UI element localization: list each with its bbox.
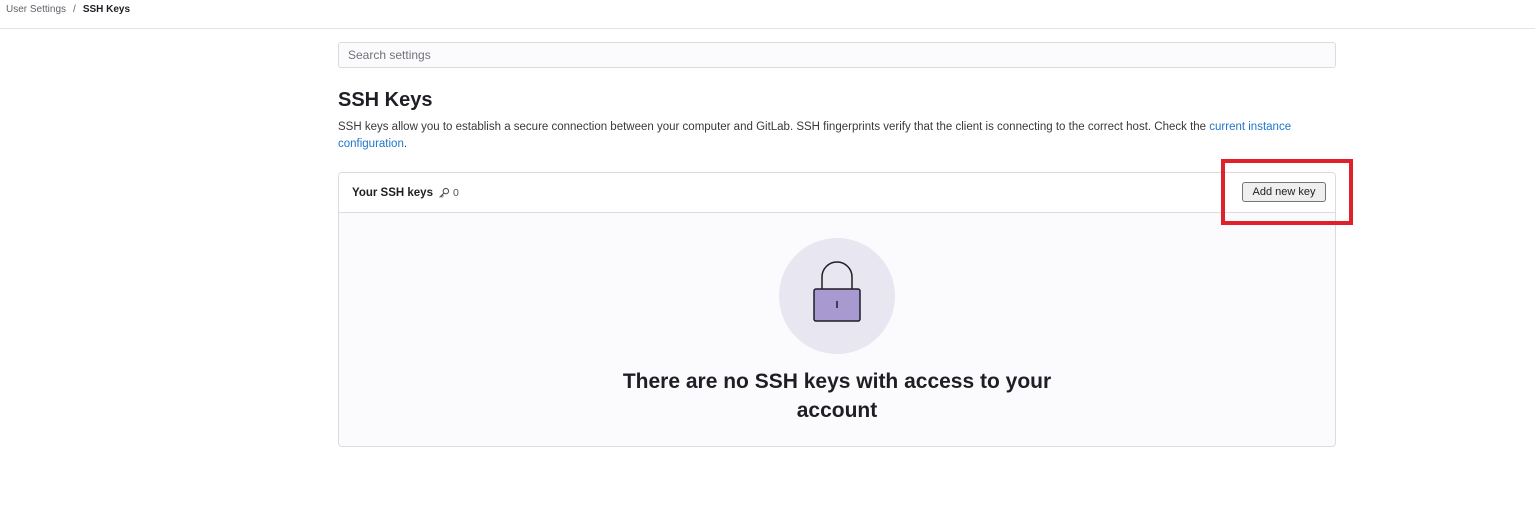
page-description: SSH keys allow you to establish a secure… bbox=[338, 119, 1338, 153]
breadcrumb-user-settings[interactable]: User Settings bbox=[6, 4, 66, 16]
ssh-keys-card-title: Your SSH keys bbox=[352, 187, 433, 199]
breadcrumb-separator: / bbox=[73, 4, 76, 15]
page-description-end: . bbox=[403, 138, 408, 150]
key-icon bbox=[439, 187, 450, 198]
breadcrumb-ssh-keys[interactable]: SSH Keys bbox=[83, 4, 130, 16]
ssh-keys-count-value: 0 bbox=[453, 187, 459, 199]
empty-state-title-text: There are no SSH keys with access to you… bbox=[622, 370, 1052, 422]
page-description-text: SSH keys allow you to establish a secure… bbox=[338, 121, 1210, 133]
search-settings-input[interactable] bbox=[338, 42, 1336, 68]
padlock-icon bbox=[813, 261, 861, 322]
add-new-key-button[interactable]: Add new key bbox=[1242, 182, 1326, 202]
empty-state-title: There are no SSH keys with access to you… bbox=[339, 367, 1335, 425]
ssh-keys-card: Your SSH keys 0 Add new key There are no… bbox=[338, 172, 1336, 447]
page-title: SSH Keys bbox=[338, 89, 433, 111]
ssh-keys-card-header: Your SSH keys 0 Add new key bbox=[339, 173, 1335, 213]
ssh-keys-count: 0 bbox=[438, 186, 459, 200]
empty-state-illustration bbox=[779, 238, 895, 354]
breadcrumb: User Settings / SSH Keys bbox=[6, 4, 130, 16]
top-bar: User Settings / SSH Keys bbox=[0, 0, 1535, 29]
